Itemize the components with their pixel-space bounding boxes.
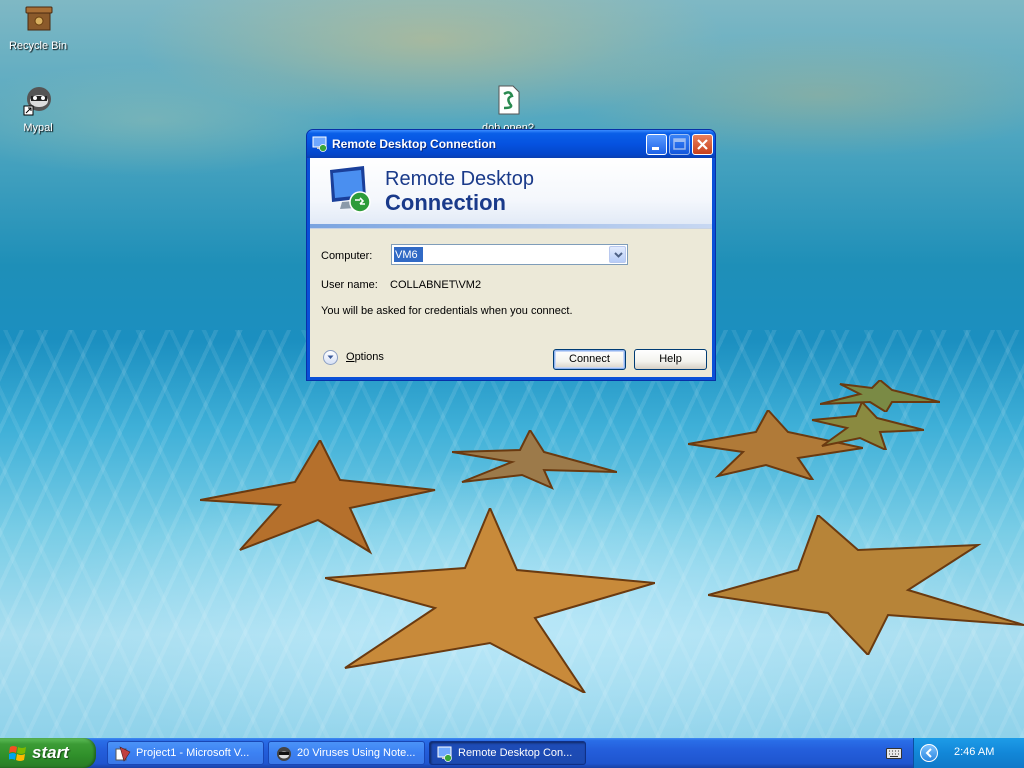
close-icon [697,139,708,150]
windows-flag-icon [9,746,26,761]
remote-desktop-icon [437,746,452,762]
banner-title-line2: Connection [385,190,506,215]
username-label: User name: [321,279,378,291]
credentials-info-text: You will be asked for credentials when y… [321,305,573,317]
maximize-icon [673,138,686,150]
start-label: start [32,743,69,762]
starfish-wallpaper-2 [452,430,617,490]
recycle-bin-icon [25,6,53,31]
minimize-button[interactable] [646,134,667,155]
desktop-icon-mypal[interactable]: Mypal [0,84,76,134]
banner-title-line1: Remote Desktop [385,168,534,190]
options-mnemonic: O [346,351,355,363]
desktop-icon-recycle-bin[interactable]: Recycle Bin [0,2,76,52]
monitor-connection-icon [330,166,371,213]
dialog-client-area: Remote Desktop Connection Computer: User… [310,158,712,377]
system-tray: 2:46 AM [886,738,1024,768]
username-value: COLLABNET\VM2 [390,279,482,291]
visual-basic-icon [115,746,131,762]
help-button[interactable]: Help [634,349,707,370]
starfish-wallpaper-5 [708,515,1024,655]
taskbar-item-viruses-notepad[interactable]: 20 Viruses Using Note... [268,741,425,765]
computer-combobox[interactable] [391,244,628,265]
desktop-icon-script-file[interactable]: doh.open? [470,84,546,134]
taskbar-item-remote-desktop[interactable]: Remote Desktop Con... [429,741,586,765]
chevron-left-icon [925,748,932,758]
computer-input[interactable] [394,247,423,262]
mypal-browser-icon [277,747,291,761]
starfish-wallpaper-7 [820,380,940,412]
remote-desktop-icon [312,136,327,152]
clock[interactable]: 2:46 AM [954,746,994,758]
expand-options-icon [323,350,338,365]
taskbar-item-label: Remote Desktop Con... [458,747,573,759]
options-label: Options [346,351,384,363]
dialog-title: Remote Desktop Connection [332,137,497,151]
chevron-down-icon [614,252,623,258]
banner-stripe [310,224,712,228]
taskbar-item-label: 20 Viruses Using Note... [297,747,416,759]
dialog-banner: Remote Desktop Connection [310,158,712,229]
dialog-titlebar[interactable]: Remote Desktop Connection [307,130,715,158]
connect-button[interactable]: Connect [553,349,626,370]
taskbar-item-label: Project1 - Microsoft V... [136,747,250,759]
desktop-icon-label: Recycle Bin [8,40,68,52]
taskbar-item-project1[interactable]: Project1 - Microsoft V... [107,741,264,765]
options-label-rest: ptions [354,351,384,363]
taskbar: start Project1 - Microsoft V... 20 Virus… [0,738,1024,768]
desktop-icon-label: Mypal [23,122,53,134]
script-file-icon [498,85,520,115]
starfish-wallpaper-3 [325,508,655,693]
computer-dropdown-button[interactable] [609,246,626,263]
maximize-button[interactable] [669,134,690,155]
start-button[interactable]: start [0,738,96,768]
computer-label: Computer: [321,250,373,262]
keyboard-icon[interactable] [886,746,902,760]
remote-desktop-dialog: Remote Desktop Connection Remote Desktop… [306,129,716,381]
minimize-icon [652,147,659,150]
close-button[interactable] [692,134,713,155]
show-hidden-icons-button[interactable] [920,744,938,762]
mypal-icon [23,87,51,116]
